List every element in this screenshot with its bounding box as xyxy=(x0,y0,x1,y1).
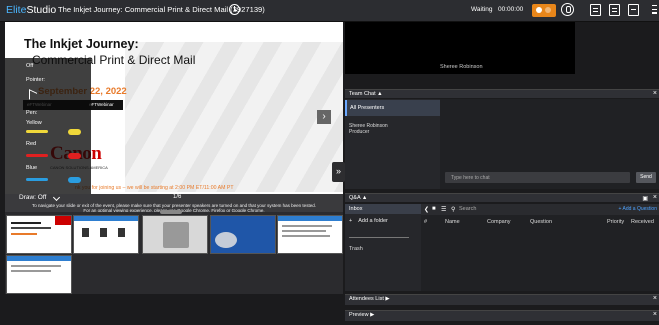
plus-icon: + xyxy=(349,218,353,224)
column-header[interactable]: Company xyxy=(487,219,511,225)
clock-icon[interactable] xyxy=(229,4,240,15)
pen-off-option[interactable]: Off xyxy=(26,63,33,69)
qa-inbox[interactable]: Inbox xyxy=(345,204,421,214)
column-header[interactable]: Question xyxy=(530,219,552,225)
record-dot-icon xyxy=(536,7,542,13)
record-button[interactable] xyxy=(532,4,556,17)
column-header[interactable]: # xyxy=(424,219,427,225)
pen-color-blue-thin[interactable] xyxy=(26,178,48,181)
thumbnail-strip xyxy=(5,212,343,294)
next-slide-button[interactable]: › xyxy=(317,110,331,124)
brand-logo: EliteStudio xyxy=(6,4,56,16)
add-folder-label: Add a folder xyxy=(358,218,388,224)
attendees-title: Attendees List ▶ xyxy=(349,296,390,302)
send-button[interactable]: Send xyxy=(636,172,656,183)
slide-thumbnail-2[interactable] xyxy=(73,215,139,254)
pen-color-red-thin[interactable] xyxy=(26,154,48,157)
pen-label: Pen: xyxy=(26,110,38,116)
slide-thumbnail-4[interactable] xyxy=(210,215,276,254)
team-member-role: Producer xyxy=(349,129,370,135)
record-state-icon xyxy=(545,7,551,13)
column-header[interactable]: Received xyxy=(631,219,654,225)
pen-color-blue-label: Blue xyxy=(26,165,38,171)
qa-title: Q&A ▲ xyxy=(349,195,368,201)
brand-suffix: Studio xyxy=(26,4,57,16)
qa-search-input[interactable]: Search xyxy=(459,206,476,212)
team-chat-list: All Presenters Sheree Robinson Producer xyxy=(345,99,440,189)
search-icon: ⚲ xyxy=(451,207,456,213)
slides-icon[interactable] xyxy=(609,4,620,16)
app-window: EliteStudio The Inkjet Journey: Commerci… xyxy=(0,0,659,325)
preview-title: Preview ▶ xyxy=(349,312,375,318)
slide-thumbnail-1[interactable] xyxy=(6,215,72,254)
top-bar: EliteStudio The Inkjet Journey: Commerci… xyxy=(0,0,659,22)
presenter-name: Sheree Robinson xyxy=(440,64,483,70)
layout-icon[interactable] xyxy=(628,4,639,16)
attendees-header[interactable]: Attendees List ▶ × xyxy=(345,294,659,305)
slide-thumbnail-3[interactable] xyxy=(142,215,208,254)
chevron-left-icon[interactable]: ❮ xyxy=(424,206,429,213)
draw-toolbar: Draw: Off 1/6 xyxy=(5,193,343,203)
pointer-cursor-icon[interactable] xyxy=(29,89,37,103)
draw-toggle[interactable]: Draw: Off xyxy=(19,194,46,201)
add-question-button[interactable]: + Add a Question xyxy=(618,206,657,212)
columns-icon[interactable]: ☰ xyxy=(441,206,446,213)
slide-title: The Inkjet Journey: xyxy=(24,37,139,51)
close-icon[interactable]: × xyxy=(653,90,657,97)
pen-panel: Off Pointer: Pen: Yellow Red Blue xyxy=(5,58,91,194)
slide-thumbnail-6[interactable] xyxy=(6,255,72,294)
close-icon[interactable]: × xyxy=(653,311,657,318)
team-chat-title: Team Chat ▲ xyxy=(349,91,383,97)
folder-icon[interactable]: ■ xyxy=(432,206,436,212)
qa-folder-list: Inbox + Add a folder Trash xyxy=(345,204,421,291)
pen-color-red-thick[interactable] xyxy=(68,153,81,159)
qa-header[interactable]: Q&A ▲ ▣ × xyxy=(345,193,659,202)
screen-share-icon[interactable] xyxy=(590,4,601,16)
pen-color-yellow-thick[interactable] xyxy=(68,129,81,135)
team-chat-header[interactable]: Team Chat ▲ × xyxy=(345,89,659,98)
qa-table-header: # Name Company Question Priority Receive… xyxy=(421,219,659,228)
timer-readout: 00:00:00 xyxy=(498,6,524,13)
divider xyxy=(349,237,409,238)
thumbnail-scroll-handle[interactable] xyxy=(160,210,182,214)
qa-toolbar: ❮ ■ ☰ ⚲ Search + Add a Question xyxy=(421,204,659,215)
qa-trash[interactable]: Trash xyxy=(349,246,363,252)
pen-color-blue-thick[interactable] xyxy=(68,177,81,183)
pen-color-yellow-label: Yellow xyxy=(26,120,42,126)
status-label: Waiting xyxy=(471,6,493,13)
close-icon[interactable]: × xyxy=(653,194,657,201)
slide-tag-right: eFTWebinar xyxy=(88,102,114,107)
add-folder-button[interactable]: + Add a folder xyxy=(349,218,388,224)
chat-input[interactable]: Type here to chat xyxy=(445,172,630,183)
brand-prefix: Elite xyxy=(6,4,27,16)
page-counter: 1/6 xyxy=(173,194,182,200)
column-header[interactable]: Name xyxy=(445,219,460,225)
qa-main: ❮ ■ ☰ ⚲ Search + Add a Question # Name C… xyxy=(421,204,659,291)
collapse-panel-button[interactable]: » xyxy=(332,162,345,182)
close-icon[interactable]: × xyxy=(653,295,657,302)
chevron-down-icon[interactable] xyxy=(52,193,61,202)
team-member[interactable]: Sheree Robinson Producer xyxy=(349,123,388,135)
all-presenters-item[interactable]: All Presenters xyxy=(345,100,440,116)
slide-thumbnail-5[interactable] xyxy=(277,215,343,254)
pen-color-red-label: Red xyxy=(26,141,37,147)
popout-icon[interactable]: ▣ xyxy=(642,195,648,202)
pen-color-yellow-thin[interactable] xyxy=(26,130,48,133)
pointer-label: Pointer: xyxy=(26,77,45,83)
column-header[interactable]: Priority xyxy=(607,219,624,225)
preview-header[interactable]: Preview ▶ × xyxy=(345,310,659,321)
slide-welcome-text: nk you for joining us – we will be start… xyxy=(75,185,234,191)
menu-icon[interactable] xyxy=(652,5,657,15)
microphone-icon[interactable] xyxy=(561,3,574,16)
